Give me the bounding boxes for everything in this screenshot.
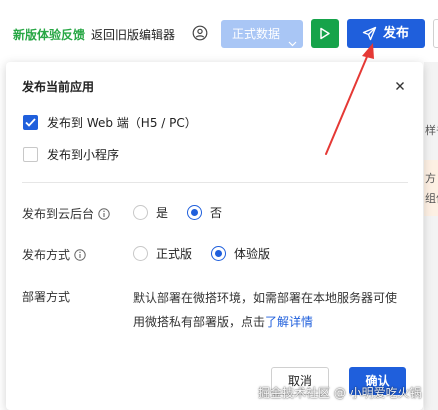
more-button[interactable]: [433, 19, 438, 48]
info-icon[interactable]: [74, 249, 86, 261]
radio-mode-official-dot[interactable]: [133, 246, 148, 261]
divider: [22, 182, 408, 183]
radio-cloud-yes-label: 是: [156, 206, 169, 220]
publish-button[interactable]: 发布: [347, 19, 425, 48]
chevron-down-icon: [288, 30, 297, 47]
background-page: [424, 62, 438, 410]
checkbox-web-label: 发布到 Web 端（H5 / PC）: [47, 116, 197, 130]
editor-toolbar: 新版体验反馈 返回旧版编辑器 正式数据 发布: [0, 0, 438, 64]
publish-popup: 发布当前应用 发布到 Web 端（H5 / PC） 发布到小程序 发布到云后台 …: [6, 62, 423, 410]
deploy-field-label: 部署方式: [22, 290, 71, 304]
watermark-text: 掘金技术社区 @ 小明爱吃火锅: [258, 386, 422, 400]
close-icon[interactable]: [395, 80, 405, 90]
background-text: 方: [425, 172, 436, 185]
info-icon[interactable]: [98, 208, 110, 220]
learn-more-link[interactable]: 了解详情: [265, 315, 313, 329]
feedback-link[interactable]: 新版体验反馈: [13, 26, 85, 43]
play-icon: [320, 27, 330, 40]
radio-cloud-no-label: 否: [210, 206, 223, 220]
send-icon: [362, 26, 377, 41]
publish-button-label: 发布: [383, 26, 410, 41]
radio-mode-trial-label: 体验版: [234, 247, 271, 261]
popup-title: 发布当前应用: [22, 80, 95, 94]
checkbox-web-box[interactable]: [23, 115, 38, 130]
checkbox-miniprogram-label: 发布到小程序: [47, 148, 120, 162]
check-icon: [25, 118, 36, 127]
deploy-description: 默认部署在微搭环境，如需部署在本地服务器可使用微搭私有部署版，点击了解详情: [133, 286, 403, 334]
background-highlight: [424, 160, 438, 216]
checkbox-miniprogram-box[interactable]: [23, 147, 38, 162]
cloud-field-label-text: 发布到云后台: [22, 207, 95, 221]
background-text: 样书: [425, 124, 438, 137]
data-source-select[interactable]: 正式数据: [221, 20, 303, 48]
preview-button[interactable]: [311, 19, 339, 48]
radio-cloud-yes-dot[interactable]: [133, 205, 148, 220]
mode-field-label-text: 发布方式: [22, 248, 71, 262]
mode-field-label: 发布方式: [22, 246, 86, 263]
cloud-field-label: 发布到云后台: [22, 205, 110, 222]
user-circle-icon[interactable]: [192, 25, 208, 41]
data-source-select-value: 正式数据: [232, 27, 281, 41]
radio-mode-trial-dot[interactable]: [211, 246, 226, 261]
back-to-old-editor-link[interactable]: 返回旧版编辑器: [91, 26, 175, 43]
radio-cloud-no-dot[interactable]: [187, 205, 202, 220]
background-text: 组件: [425, 192, 438, 205]
radio-mode-official-label: 正式版: [156, 247, 193, 261]
